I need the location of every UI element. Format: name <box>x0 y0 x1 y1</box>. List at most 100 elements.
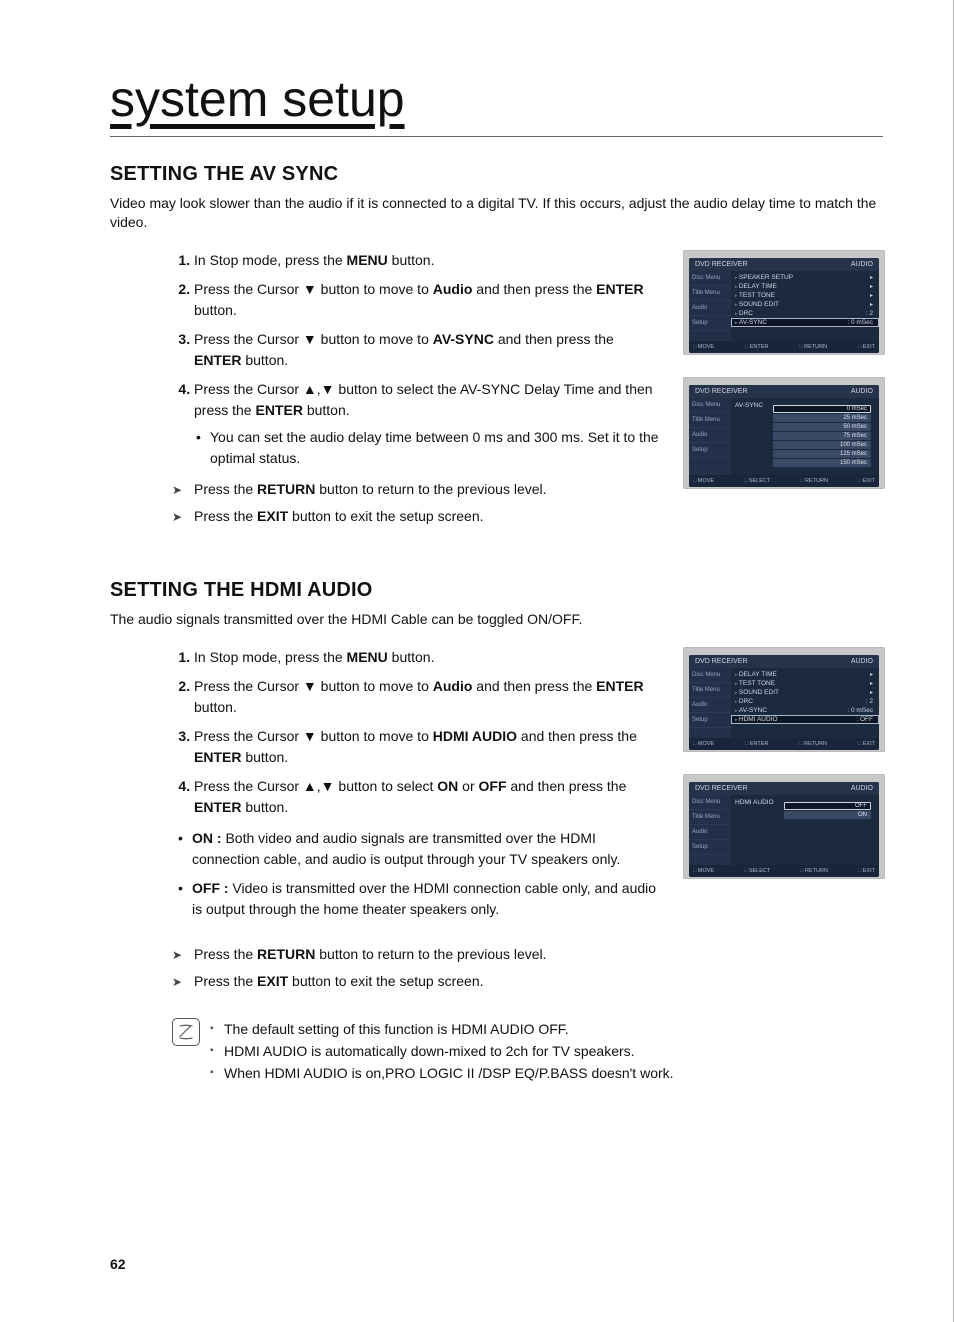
osd-cat: AUDIO <box>851 658 873 665</box>
avsync-text: In Stop mode, press the MENU button. Pre… <box>110 250 665 533</box>
osd-side-item: Disc Menu <box>689 271 731 286</box>
osd-key: AV-SYNC <box>735 402 763 409</box>
avsync-exit: Press the EXIT button to exit the setup … <box>172 506 665 527</box>
hdmi-step-1: In Stop mode, press the MENU button. <box>194 647 665 668</box>
osd-foot: ENTER <box>745 741 769 747</box>
hdmi-step-4: Press the Cursor ▲,▼ button to select ON… <box>194 776 665 818</box>
osd-row: SOUND EDIT <box>735 301 779 308</box>
t: ENTER <box>255 402 302 418</box>
t: In Stop mode, press the <box>194 649 347 665</box>
t: ENTER <box>194 749 241 765</box>
osd-side-item: Audio <box>689 301 731 316</box>
osd-foot: SELECT <box>744 478 770 484</box>
osd-side-item: Title Menu <box>689 683 731 698</box>
osd-foot: EXIT <box>858 344 875 350</box>
osd-side-item: Title Menu <box>689 413 731 428</box>
osd-foot: SELECT <box>744 868 770 874</box>
t: button. <box>388 649 435 665</box>
avsync-block: In Stop mode, press the MENU button. Pre… <box>110 250 883 533</box>
osd-row: SPEAKER SETUP <box>735 274 793 281</box>
osd-val: : OFF <box>856 716 873 723</box>
t: Press the Cursor ▼ button to move to <box>194 331 433 347</box>
t: button to exit the setup screen. <box>288 508 483 524</box>
osd-row: TEST TONE <box>735 292 775 299</box>
t: Audio <box>433 281 473 297</box>
t: or <box>458 778 478 794</box>
avsync-step-2: Press the Cursor ▼ button to move to Aud… <box>194 279 665 321</box>
t: button. <box>241 352 288 368</box>
osd-side-item: Setup <box>689 840 731 855</box>
t: In Stop mode, press the <box>194 252 347 268</box>
hdmi-exit: Press the EXIT button to exit the setup … <box>172 971 665 992</box>
osd-option: OFF <box>784 802 871 810</box>
osd-side-item: Disc Menu <box>689 668 731 683</box>
hdmi-steps: In Stop mode, press the MENU button. Pre… <box>172 647 665 818</box>
osd-side-item: Audio <box>689 825 731 840</box>
manual-page: system setup SETTING THE AV SYNC Video m… <box>0 0 954 1322</box>
osd-side-item: Title Menu <box>689 286 731 301</box>
osd-option: 0 mSec <box>773 405 871 413</box>
osd-val: : 0 mSec <box>847 319 873 326</box>
t: ON : <box>192 830 222 846</box>
t: EXIT <box>257 973 288 989</box>
t: OFF : <box>192 880 229 896</box>
t: button. <box>194 699 237 715</box>
note-block: The default setting of this function is … <box>172 1018 883 1085</box>
hdmi-return: Press the RETURN button to return to the… <box>172 944 665 965</box>
t: and then press the <box>472 678 596 694</box>
osd-foot: EXIT <box>858 741 875 747</box>
note-icon <box>172 1018 200 1046</box>
hdmi-block: In Stop mode, press the MENU button. Pre… <box>110 647 883 998</box>
t: AV-SYNC <box>433 331 494 347</box>
avsync-steps: In Stop mode, press the MENU button. Pre… <box>172 250 665 469</box>
note-1: The default setting of this function is … <box>210 1018 674 1040</box>
osd-option: 75 mSec <box>773 432 871 440</box>
osd-side-item: Disc Menu <box>689 795 731 810</box>
t: Press the Cursor ▼ button to move to <box>194 728 433 744</box>
avsync-step-3: Press the Cursor ▼ button to move to AV-… <box>194 329 665 371</box>
avsync-heading: SETTING THE AV SYNC <box>110 163 883 186</box>
osd-foot: MOVE <box>693 344 714 350</box>
osd-cat: AUDIO <box>851 261 873 268</box>
osd-side-item: Audio <box>689 428 731 443</box>
osd-side-item: Audio <box>689 698 731 713</box>
page-title: system setup <box>110 70 883 128</box>
t: button. <box>194 302 237 318</box>
osd-row: HDMI AUDIO <box>735 716 778 723</box>
osd-foot: RETURN <box>800 868 828 874</box>
osd-key: HDMI AUDIO <box>735 799 774 806</box>
avsync-step-1: In Stop mode, press the MENU button. <box>194 250 665 271</box>
osd-brand: DVD RECEIVER <box>695 658 748 665</box>
t: ENTER <box>596 281 643 297</box>
osd-foot: ENTER <box>745 344 769 350</box>
osd-val: : 2 <box>866 310 873 317</box>
note-items: The default setting of this function is … <box>210 1018 674 1085</box>
osd-foot: RETURN <box>799 344 827 350</box>
osd-row: SOUND EDIT <box>735 689 779 696</box>
osd-row: DRC <box>735 698 753 705</box>
osd-foot: EXIT <box>858 868 875 874</box>
t: Press the <box>194 973 257 989</box>
t: MENU <box>347 649 388 665</box>
t: Both video and audio signals are transmi… <box>192 830 620 867</box>
osd-option: 50 mSec <box>773 423 871 431</box>
osd-avsync-options: DVD RECEIVERAUDIO Disc Menu Title Menu A… <box>683 377 885 489</box>
t: ON <box>437 778 458 794</box>
osd-row: DELAY TIME <box>735 283 777 290</box>
osd-side-item: Title Menu <box>689 810 731 825</box>
osd-val: : 0 mSec <box>847 707 873 714</box>
t: RETURN <box>257 481 315 497</box>
osd-foot: RETURN <box>799 741 827 747</box>
osd-side-item: Disc Menu <box>689 398 731 413</box>
osd-side-item: Setup <box>689 713 731 728</box>
t: ENTER <box>596 678 643 694</box>
note-3: When HDMI AUDIO is on,PRO LOGIC II /DSP … <box>210 1062 674 1084</box>
osd-option: 125 mSec <box>773 450 871 458</box>
t: Press the <box>194 508 257 524</box>
osd-hdmi-options: DVD RECEIVERAUDIO Disc Menu Title Menu A… <box>683 774 885 879</box>
osd-row: TEST TONE <box>735 680 775 687</box>
osd-hdmi-menu: DVD RECEIVER AUDIO Disc Menu Title Menu A… <box>683 647 885 752</box>
t: Press the <box>194 946 257 962</box>
osd-avsync-menu: DVD RECEIVERAUDIO Disc Menu Title Menu A… <box>683 250 885 355</box>
osd-row: AV-SYNC <box>735 319 767 326</box>
